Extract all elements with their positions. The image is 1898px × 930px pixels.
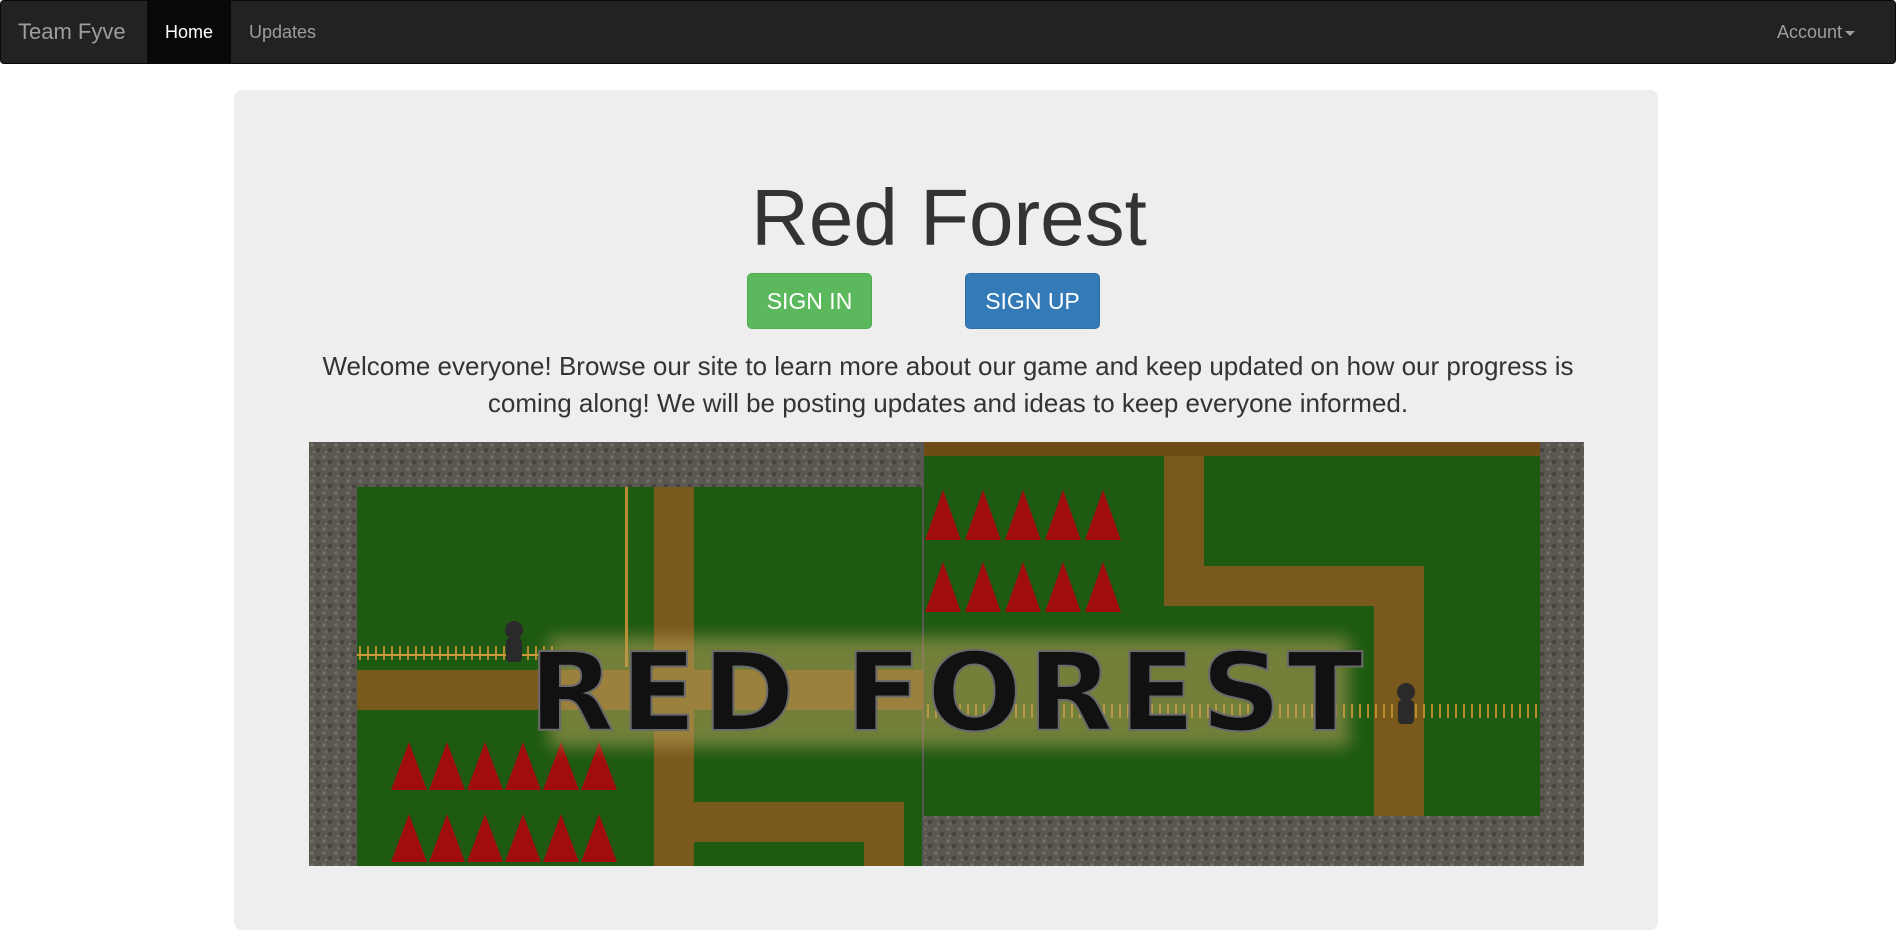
red-forest-banner-image: RED FOREST	[309, 442, 1584, 866]
page-title: Red Forest	[751, 173, 1147, 262]
welcome-text: Welcome everyone! Browse our site to lea…	[322, 351, 1574, 418]
brand-link[interactable]: Team Fyve	[18, 1, 126, 63]
sign-up-button[interactable]: SIGN UP	[965, 273, 1100, 329]
top-navbar: Team Fyve Home Updates Account	[0, 0, 1896, 64]
account-label: Account	[1776, 22, 1842, 42]
sign-in-button[interactable]: SIGN IN	[747, 273, 872, 329]
nav-updates[interactable]: Updates	[249, 1, 316, 63]
nav-home[interactable]: Home	[147, 1, 231, 63]
account-dropdown[interactable]: Account	[1777, 1, 1855, 63]
caret-down-icon	[1845, 30, 1855, 36]
banner-title: RED FOREST	[529, 631, 1369, 756]
